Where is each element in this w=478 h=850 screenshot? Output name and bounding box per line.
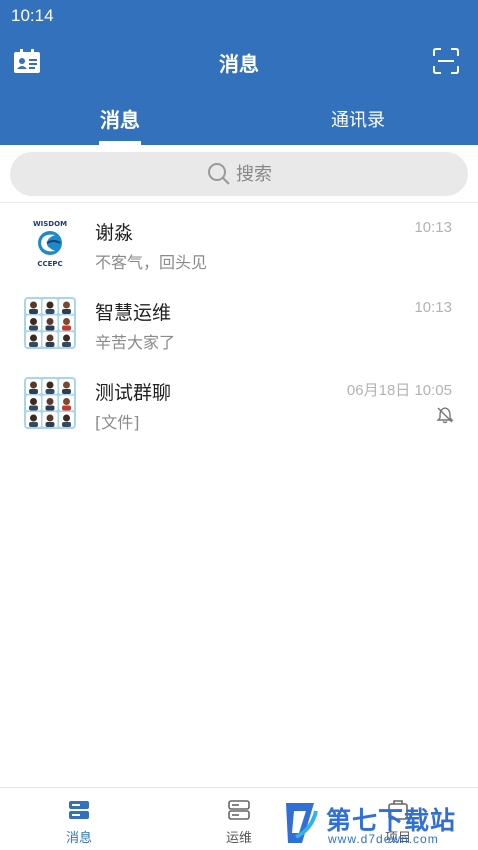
conversation-time: 10:13 bbox=[414, 219, 452, 236]
nav-operations[interactable]: 运维 bbox=[179, 788, 299, 850]
conversation-time: 10:13 bbox=[414, 299, 452, 316]
tab-messages[interactable]: 消息 bbox=[40, 92, 200, 145]
watermark-logo-icon bbox=[286, 803, 318, 843]
search-area bbox=[0, 145, 478, 203]
mute-bell-icon bbox=[436, 407, 454, 424]
conversation-time: 06月18日 10:05 bbox=[346, 382, 452, 399]
app-bar: 消息 bbox=[0, 32, 478, 92]
scan-icon[interactable] bbox=[432, 47, 460, 75]
conversation-preview: 辛苦大家了 bbox=[95, 333, 176, 352]
conversation-name: 测试群聊 bbox=[95, 382, 172, 404]
status-time: 10:14 bbox=[11, 6, 54, 25]
conversation-name: 谢淼 bbox=[95, 222, 134, 244]
watermark: 第七下载站 www.d7down.com bbox=[282, 797, 478, 850]
conversation-item[interactable]: WISDOM CCEPC 谢淼 不客气，回头见 10:13 bbox=[0, 204, 478, 284]
group-avatar-icon bbox=[24, 297, 76, 349]
message-nav-icon bbox=[69, 801, 89, 819]
avatar-text-top: WISDOM bbox=[33, 220, 67, 228]
group-avatar-icon bbox=[24, 377, 76, 429]
page-title: 消息 bbox=[219, 52, 259, 76]
server-nav-icon bbox=[228, 800, 250, 820]
status-bar: 10:14 bbox=[0, 0, 478, 32]
top-tabs: 消息 通讯录 bbox=[0, 92, 478, 145]
nav-operations-label: 运维 bbox=[225, 831, 252, 846]
nav-messages[interactable]: 消息 bbox=[19, 788, 139, 850]
tab-contacts-label: 通讯录 bbox=[331, 110, 385, 131]
nav-messages-label: 消息 bbox=[65, 831, 92, 846]
conversation-item[interactable]: 测试群聊 [文件] 06月18日 10:05 bbox=[0, 364, 478, 444]
company-logo-avatar: WISDOM CCEPC bbox=[24, 217, 76, 269]
conversation-item[interactable]: 智慧运维 辛苦大家了 10:13 bbox=[0, 284, 478, 364]
conversation-preview: 不客气，回头见 bbox=[95, 253, 208, 272]
group-avatar bbox=[24, 297, 76, 349]
group-avatar bbox=[24, 377, 76, 429]
search-input[interactable] bbox=[236, 160, 356, 188]
search-icon bbox=[208, 163, 230, 185]
avatar-text-bottom: CCEPC bbox=[37, 260, 62, 268]
tab-messages-label: 消息 bbox=[100, 108, 140, 132]
conversation-preview: [文件] bbox=[95, 413, 140, 432]
watermark-url: www.d7down.com bbox=[328, 832, 439, 846]
company-logo-icon: WISDOM CCEPC bbox=[24, 217, 76, 269]
tab-contacts[interactable]: 通讯录 bbox=[278, 92, 438, 145]
search-bar[interactable] bbox=[10, 152, 468, 196]
conversation-name: 智慧运维 bbox=[95, 302, 172, 324]
